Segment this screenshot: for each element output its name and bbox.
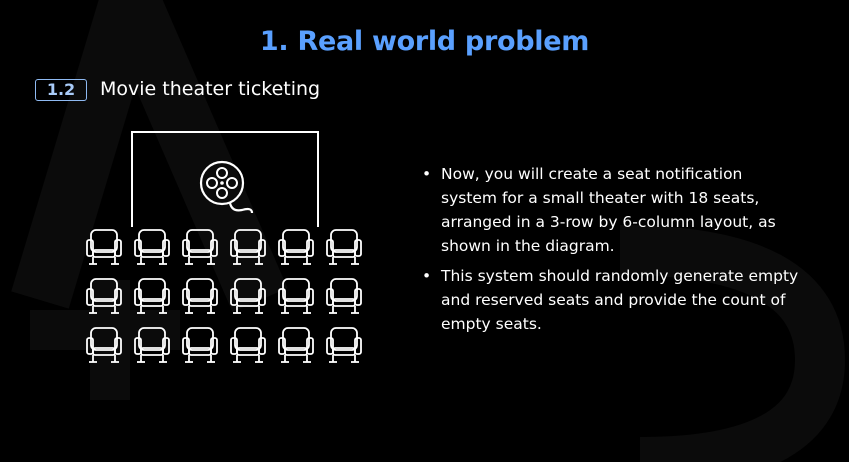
seat-icon <box>86 278 122 314</box>
seat-icon <box>230 229 266 265</box>
bullet-item: • This system should randomly generate e… <box>422 264 802 336</box>
seat-icon <box>134 229 170 265</box>
film-reel-icon <box>199 160 254 214</box>
seat-icon <box>134 278 170 314</box>
seat-icon <box>86 229 122 265</box>
seat-icon <box>182 229 218 265</box>
section-number-badge: 1.2 <box>35 79 87 101</box>
seat-icon <box>86 327 122 363</box>
bullet-marker: • <box>422 267 432 285</box>
seat-icon <box>326 327 362 363</box>
bullet-marker: • <box>422 165 432 183</box>
seat-icon <box>182 278 218 314</box>
seat-icon <box>278 229 314 265</box>
seat-icon <box>182 327 218 363</box>
seat-icon <box>326 278 362 314</box>
bullet-item: • Now, you will create a seat notificati… <box>422 162 802 258</box>
seat-icon <box>134 327 170 363</box>
bullet-text: This system should randomly generate emp… <box>441 267 799 333</box>
bullet-text: Now, you will create a seat notification… <box>441 165 776 255</box>
seat-icon <box>326 229 362 265</box>
section-title: Movie theater ticketing <box>100 78 321 100</box>
seat-icon <box>230 278 266 314</box>
page-title: 1. Real world problem <box>259 26 590 57</box>
slide: 1. Real world problem 1.2 Movie theater … <box>0 0 849 462</box>
bullet-list: • Now, you will create a seat notificati… <box>422 162 802 342</box>
seat-icon <box>278 327 314 363</box>
seat-grid <box>86 229 362 363</box>
seat-icon <box>278 278 314 314</box>
movie-screen <box>131 131 319 227</box>
theater-diagram <box>86 131 362 363</box>
seat-icon <box>230 327 266 363</box>
